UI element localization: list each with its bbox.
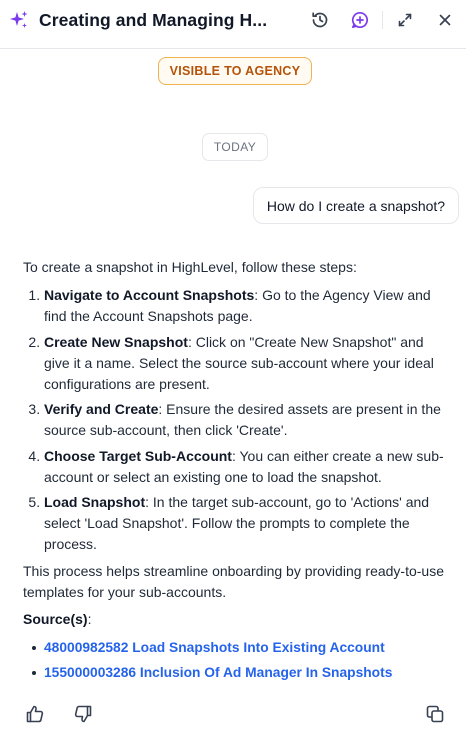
source-item: 48000982582 Load Snapshots Into Existing… <box>23 637 448 658</box>
expand-icon[interactable] <box>393 8 417 32</box>
new-chat-icon[interactable] <box>348 8 372 32</box>
close-icon[interactable] <box>433 8 457 32</box>
assistant-answer: To create a snapshot in HighLevel, follo… <box>23 257 448 687</box>
chat-header: Creating and Managing H... <box>0 0 466 49</box>
step-title: Navigate to Account Snapshots <box>44 287 255 303</box>
step-item: Verify and Create: Ensure the desired as… <box>44 399 448 441</box>
sources-colon: : <box>87 611 92 627</box>
step-item: Create New Snapshot: Click on "Create Ne… <box>44 332 448 395</box>
source-item: 155000003286 Inclusion Of Ad Manager In … <box>23 662 448 683</box>
step-title: Load Snapshot <box>44 494 146 510</box>
sparkle-icon <box>8 9 30 31</box>
visibility-badge: VISIBLE TO AGENCY <box>158 57 312 85</box>
date-divider: TODAY <box>202 133 268 161</box>
history-icon[interactable] <box>308 8 332 32</box>
step-title: Choose Target Sub-Account <box>44 447 232 464</box>
user-message: How do I create a snapshot? <box>253 187 459 224</box>
header-divider <box>382 11 383 29</box>
answer-outro: This process helps streamline onboarding… <box>23 563 444 600</box>
answer-intro: To create a snapshot in HighLevel, follo… <box>23 259 357 275</box>
thumbs-up-icon[interactable] <box>23 702 47 726</box>
sources-label: Source(s) <box>23 611 88 627</box>
step-title: Verify and Create <box>44 401 159 417</box>
source-link[interactable]: 48000982582 Load Snapshots Into Existing… <box>44 640 385 655</box>
step-item: Load Snapshot: In the target sub-account… <box>44 492 448 555</box>
step-title: Create New Snapshot <box>44 333 188 350</box>
copy-icon[interactable] <box>423 702 447 726</box>
sources-heading: Source(s): <box>23 609 448 630</box>
steps-list: Navigate to Account Snapshots: Go to the… <box>44 285 448 555</box>
step-item: Navigate to Account Snapshots: Go to the… <box>44 285 448 327</box>
thumbs-down-icon[interactable] <box>71 702 95 726</box>
source-link[interactable]: 155000003286 Inclusion Of Ad Manager In … <box>44 665 392 680</box>
step-item: Choose Target Sub-Account: You can eithe… <box>44 446 448 488</box>
sources-list: 48000982582 Load Snapshots Into Existing… <box>23 637 448 683</box>
conversation-title: Creating and Managing H... <box>39 10 268 30</box>
